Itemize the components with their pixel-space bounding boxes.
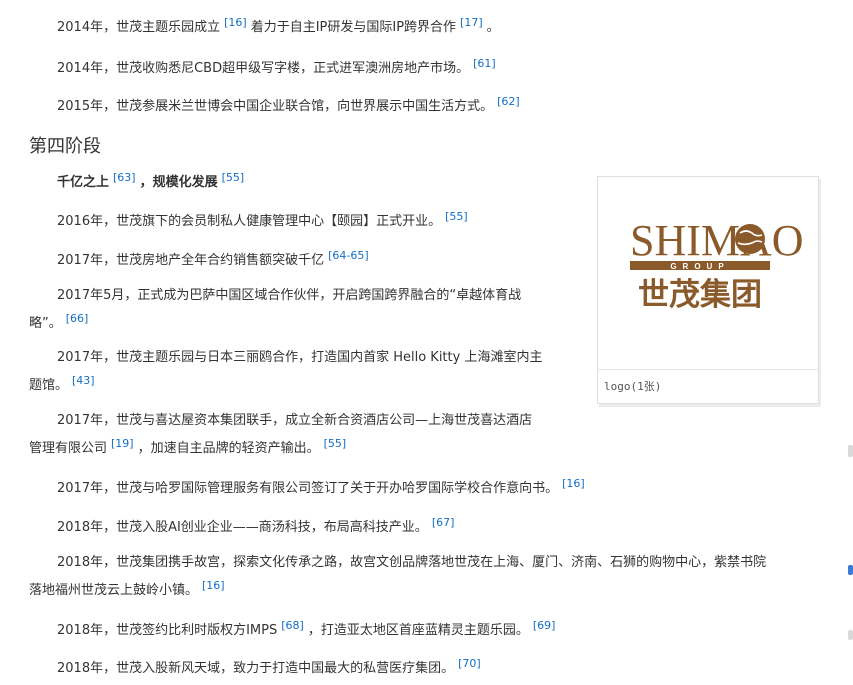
paragraph-2018-healthcare: 2018年，世茂入股新风天域，致力于打造中国最大的私营医疗集团。 [70] [57, 657, 481, 676]
citation-link[interactable]: [66] [66, 312, 89, 325]
paragraph-2018-smurfs: 2018年，世茂签约比利时版权方IMPS [68] ，打造亚太地区首座蓝精灵主题乐园… [57, 619, 556, 638]
subheading: 千亿之上 [63] ，规模化发展 [55] [57, 171, 245, 190]
paragraph-2017-barca: 2017年5月，正式成为巴萨中国区域合作伙伴，开启跨国跨界融合的“卓越体育战 略”… [29, 288, 522, 331]
globe-icon [735, 224, 765, 254]
paragraph-2018-sensetime: 2018年，世茂入股AI创业企业——商汤科技，布局高科技产业。 [67] [57, 516, 455, 535]
citation-link[interactable]: [55] [445, 210, 468, 223]
citation-link[interactable]: [17] [460, 16, 483, 29]
logo-caption[interactable]: logo(1张) [598, 369, 818, 403]
side-scroll-mark [848, 630, 853, 640]
paragraph-2017-sales: 2017年，世茂房地产全年合约销售额突破千亿 [64-65] [57, 249, 369, 268]
citation-link[interactable]: [16] [224, 16, 247, 29]
paragraph-2016-yiyuan: 2016年，世茂旗下的会员制私人健康管理中心【颐园】正式开业。 [55] [57, 210, 468, 229]
logo-chinese-text: 世茂集团 [638, 277, 762, 313]
citation-link[interactable]: [16] [202, 579, 225, 592]
citation-link[interactable]: [55] [324, 437, 347, 450]
paragraph-2017-harrow: 2017年，世茂与哈罗国际管理服务有限公司签订了关于开办哈罗国际学校合作意向书。… [57, 477, 585, 496]
paragraph-2017-hello-kitty: 2017年，世茂主题乐园与日本三丽鸥合作，打造国内首家 Hello Kitty … [29, 350, 543, 393]
paragraph-2014-theme-park: 2014年，世茂主题乐园成立 [16] 着力于自主IP研发与国际IP跨界合作 [17]… [57, 16, 500, 35]
logo-brand-text: SHIMAO [630, 216, 804, 265]
citation-link[interactable]: [63] [113, 171, 136, 184]
shimao-logo: SHIMAO GROUP 世茂集团 [630, 216, 804, 313]
citation-link[interactable]: [69] [533, 619, 556, 632]
logo-card[interactable]: SHIMAO GROUP 世茂集团 logo(1张) [597, 176, 819, 404]
citation-link[interactable]: [61] [473, 57, 496, 70]
side-scroll-thumb[interactable] [848, 565, 853, 575]
paragraph-2015-expo: 2015年，世茂参展米兰世博会中国企业联合馆，向世界展示中国生活方式。 [62] [57, 95, 520, 114]
paragraph-2014-sydney: 2014年，世茂收购悉尼CBD超甲级写字楼，正式进军澳洲房地产市场。 [61] [57, 57, 496, 76]
section-heading: 第四阶段 [29, 136, 101, 157]
citation-link[interactable]: [55] [222, 171, 245, 184]
paragraph-2017-starwood: 2017年，世茂与喜达屋资本集团联手，成立全新合资酒店公司—上海世茂喜达酒店 管理… [29, 413, 533, 456]
citation-link[interactable]: [68] [281, 619, 304, 632]
citation-link[interactable]: [70] [458, 657, 481, 670]
paragraph-2018-palace-museum: 2018年，世茂集团携手故宫，探索文化传承之路，故宫文创品牌落地世茂在上海、厦门… [29, 555, 767, 598]
logo-group-text: GROUP [670, 262, 729, 271]
citation-link[interactable]: [67] [432, 516, 455, 529]
citation-link[interactable]: [62] [497, 95, 520, 108]
side-scroll-mark [848, 445, 853, 457]
citation-link[interactable]: [43] [72, 374, 95, 387]
citation-link[interactable]: [16] [562, 477, 585, 490]
citation-link[interactable]: [64-65] [328, 249, 369, 262]
shimao-logo-image[interactable]: SHIMAO GROUP 世茂集团 [598, 177, 818, 369]
citation-link[interactable]: [19] [111, 437, 134, 450]
